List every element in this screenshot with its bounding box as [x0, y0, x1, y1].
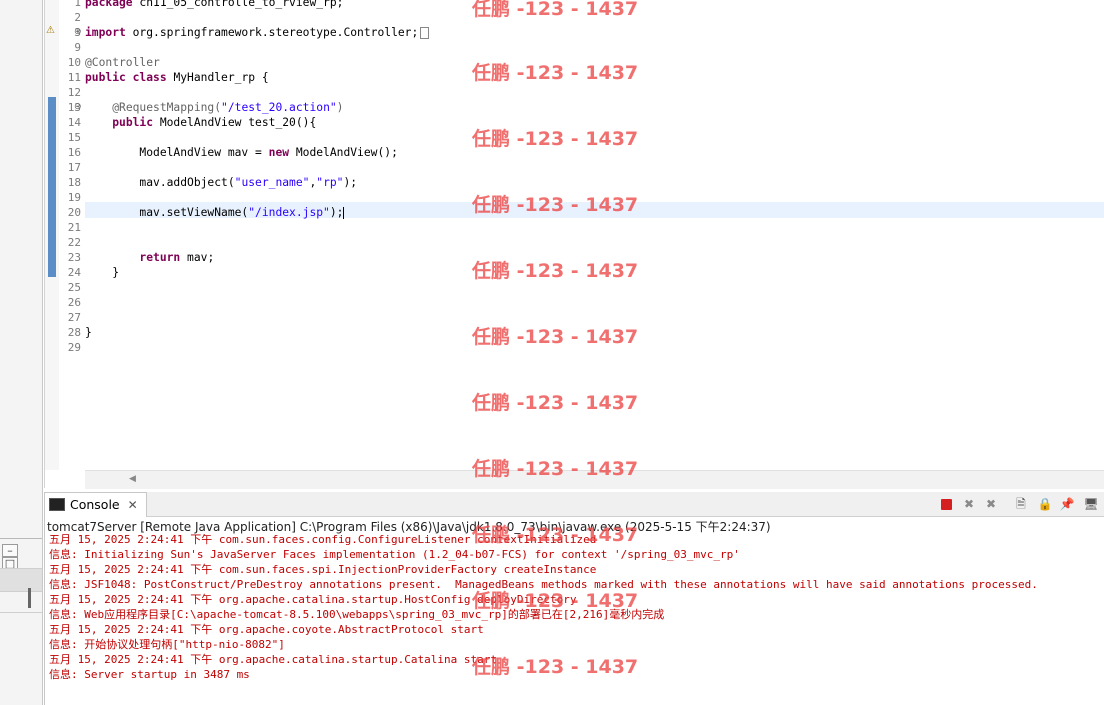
line-number: 16 — [67, 146, 81, 159]
code-line[interactable]: package ch11_05_controlle_to_rview_rp; — [85, 0, 343, 10]
line-number: 12 — [67, 86, 81, 99]
console-icon — [49, 498, 65, 511]
code-line[interactable]: ModelAndView mav = new ModelAndView(); — [85, 145, 397, 160]
line-number: 10 — [67, 56, 81, 69]
display-console-icon[interactable]: 🖥 — [1083, 497, 1099, 511]
code-line[interactable]: @RequestMapping("/test_20.action") — [85, 100, 343, 115]
java-editor[interactable]: ⚠ 1 2 3 ⊕ 9 10 11 12 13 ⊖ 14 15 16 17 18 19 20 21 22 23 24 25… — [44, 0, 1104, 489]
code-line[interactable]: @Controller — [85, 55, 160, 70]
console-view: Console ✕ ✖ ✖ 🗎 🔒 📌 🖥 tomcat7Server [Remo… — [44, 492, 1104, 705]
code-line[interactable]: public class MyHandler_rp { — [85, 70, 269, 85]
scroll-lock-icon[interactable]: 🔒 — [1037, 497, 1053, 511]
remove-launch-icon[interactable]: ✖ — [961, 497, 977, 511]
view-min-max-buttons[interactable]: –□ — [2, 544, 40, 570]
clear-console-icon[interactable]: 🗎 — [1013, 497, 1029, 511]
line-number: 28 — [67, 326, 81, 339]
console-line: 五月 15, 2025 2:24:41 下午 com.sun.faces.spi… — [49, 563, 597, 576]
console-line: 五月 15, 2025 2:24:41 下午 org.apache.catali… — [49, 653, 497, 666]
line-number: 29 — [67, 341, 81, 354]
line-number: 18 — [67, 176, 81, 189]
line-number: 9 — [74, 41, 81, 54]
code-line[interactable]: mav.setViewName("/index.jsp"); — [85, 205, 345, 220]
line-number: 14 — [67, 116, 81, 129]
code-line[interactable]: public ModelAndView test_20(){ — [85, 115, 316, 130]
line-number-gutter: 1 2 3 ⊕ 9 10 11 12 13 ⊖ 14 15 16 17 18 19 20 21 22 23 24 25 26… — [59, 0, 85, 470]
view-selected-row[interactable] — [0, 568, 42, 592]
line-number: 17 — [67, 161, 81, 174]
view-separator — [0, 538, 42, 539]
console-output[interactable]: 五月 15, 2025 2:24:41 下午 com.sun.faces.con… — [47, 534, 1103, 705]
line-number: 1 — [74, 0, 81, 9]
view-scrollbar-thumb[interactable] — [28, 588, 31, 608]
line-number: 27 — [67, 311, 81, 324]
line-number: 24 — [67, 266, 81, 279]
minimize-icon[interactable]: – — [2, 544, 18, 557]
console-line: 五月 15, 2025 2:24:41 下午 org.apache.coyote… — [49, 623, 484, 636]
pin-console-icon[interactable]: 📌 — [1059, 497, 1075, 511]
code-line[interactable]: } — [85, 265, 119, 280]
fold-collapse-icon[interactable]: ⊖ — [74, 102, 82, 112]
console-line: 五月 15, 2025 2:24:41 下午 com.sun.faces.con… — [49, 534, 597, 546]
line-number: 2 — [74, 11, 81, 24]
view-row-divider — [0, 612, 42, 613]
line-number: 19 — [67, 191, 81, 204]
line-number: 23 — [67, 251, 81, 264]
launch-title: tomcat7Server [Remote Java Application] … — [47, 520, 771, 534]
line-number: 22 — [67, 236, 81, 249]
fold-expand-icon[interactable]: ⊕ — [74, 27, 82, 37]
line-number: 21 — [67, 221, 81, 234]
left-view-stub: –□ — [0, 0, 43, 705]
line-number: 20 — [67, 206, 81, 219]
terminate-icon[interactable] — [941, 499, 952, 510]
line-number: 15 — [67, 131, 81, 144]
console-line: 五月 15, 2025 2:24:41 下午 org.apache.catali… — [49, 593, 577, 606]
remove-all-terminated-icon[interactable]: ✖ — [983, 497, 999, 511]
console-line: 信息: Server startup in 3487 ms — [49, 668, 250, 681]
code-line[interactable]: mav.addObject("user_name","rp"); — [85, 175, 357, 190]
scroll-left-icon[interactable]: ◀ — [129, 474, 136, 484]
code-line[interactable]: import org.springframework.stereotype.Co… — [85, 25, 430, 40]
line-number: 25 — [67, 281, 81, 294]
console-line: 信息: JSF1048: PostConstruct/PreDestroy an… — [49, 578, 1038, 591]
horizontal-scrollbar[interactable]: ◀ — [85, 470, 1104, 489]
console-tab-bar: Console ✕ ✖ ✖ 🗎 🔒 📌 🖥 — [45, 492, 1104, 517]
console-line: 信息: Initializing Sun's JavaServer Faces … — [49, 548, 740, 561]
line-number: 26 — [67, 296, 81, 309]
console-line: 信息: Web应用程序目录[C:\apache-tomcat-8.5.100\w… — [49, 608, 665, 621]
console-line: 信息: 开始协议处理句柄["http-nio-8082"] — [49, 638, 285, 651]
code-area[interactable]: package ch11_05_controlle_to_rview_rp;im… — [85, 0, 1103, 470]
tab-console[interactable]: Console ✕ — [45, 492, 147, 517]
console-tab-label: Console — [70, 497, 120, 512]
code-line[interactable]: } — [85, 325, 92, 340]
close-icon[interactable]: ✕ — [128, 498, 138, 512]
code-line[interactable]: return mav; — [85, 250, 214, 265]
collapsed-imports-icon[interactable] — [420, 27, 430, 39]
line-number: 11 — [67, 71, 81, 84]
